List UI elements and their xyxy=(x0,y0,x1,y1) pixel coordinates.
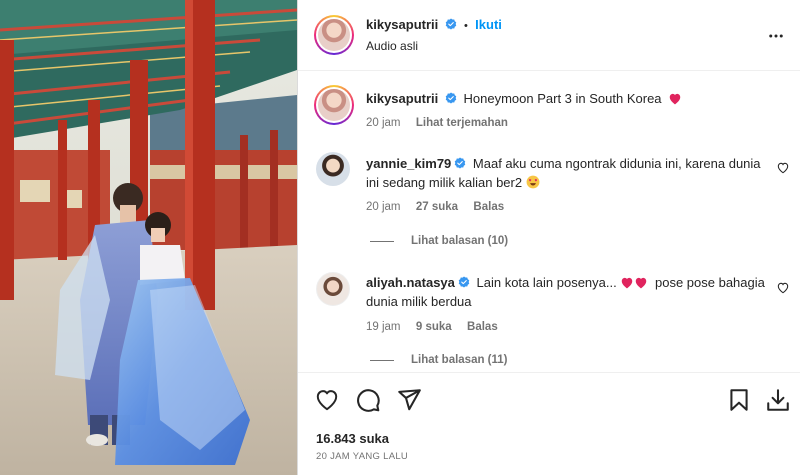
verified-badge-icon xyxy=(445,92,457,104)
red-heart-emoji-icon xyxy=(622,277,633,289)
post-header: kikysaputrii • Ikuti Audio asli xyxy=(298,0,800,71)
reply-button[interactable]: Balas xyxy=(473,201,504,213)
caption-text: Honeymoon Part 3 in South Korea xyxy=(463,91,662,106)
more-horizontal-icon[interactable] xyxy=(767,27,785,45)
header-author-row: kikysaputrii • Ikuti xyxy=(366,17,502,32)
author-username[interactable]: kikysaputrii xyxy=(366,17,438,32)
comment-username[interactable]: yannie_kim79 xyxy=(366,156,451,171)
verified-badge-icon xyxy=(458,276,470,288)
comment-text-start: Lain kota lain posenya... xyxy=(476,275,617,290)
verified-badge-icon xyxy=(455,157,466,169)
comment-avatar[interactable] xyxy=(316,272,350,306)
comment-meta: 19 jam 9 suka Balas xyxy=(366,319,498,333)
comment-likes[interactable]: 27 suka xyxy=(416,201,458,213)
red-heart-emoji-icon xyxy=(669,93,681,105)
comment-like-heart-icon[interactable] xyxy=(776,281,790,295)
share-send-icon[interactable] xyxy=(396,387,422,413)
comment-body: aliyah.natasya Lain kota lain posenya...… xyxy=(366,273,766,311)
verified-badge-icon xyxy=(445,18,456,30)
replies-divider xyxy=(370,241,394,242)
download-icon[interactable] xyxy=(765,387,791,413)
post-photo[interactable] xyxy=(0,0,297,475)
comment-meta: 20 jam 27 suka Balas xyxy=(366,199,504,213)
comment-likes[interactable]: 9 suka xyxy=(416,321,452,333)
replies-divider xyxy=(370,360,394,361)
caption-meta: 20 jam Lihat terjemahan xyxy=(366,115,508,129)
audio-label[interactable]: Audio asli xyxy=(366,39,418,53)
like-heart-icon[interactable] xyxy=(314,387,340,413)
heart-eyes-face-emoji-icon xyxy=(526,175,540,189)
save-bookmark-icon[interactable] xyxy=(726,387,752,413)
likes-count[interactable]: 16.843 suka xyxy=(316,431,389,446)
caption-username[interactable]: kikysaputrii xyxy=(366,91,438,106)
see-translation-button[interactable]: Lihat terjemahan xyxy=(416,117,508,129)
post-modal: kikysaputrii • Ikuti Audio asli kikysapu… xyxy=(0,0,800,475)
post-details-panel: kikysaputrii • Ikuti Audio asli kikysapu… xyxy=(297,0,800,475)
header-separator: • xyxy=(463,20,468,32)
post-actions-footer: 16.843 suka 20 JAM YANG LALU xyxy=(298,372,800,475)
comment-body: yannie_kim79 Maaf aku cuma ngontrak didu… xyxy=(366,154,766,192)
comment-time[interactable]: 20 jam xyxy=(366,201,401,213)
reply-button[interactable]: Balas xyxy=(467,321,498,333)
author-avatar[interactable] xyxy=(314,15,354,55)
post-date[interactable]: 20 JAM YANG LALU xyxy=(316,451,408,462)
comment-username[interactable]: aliyah.natasya xyxy=(366,275,455,290)
caption-avatar[interactable] xyxy=(314,85,354,125)
caption-time[interactable]: 20 jam xyxy=(366,117,401,129)
caption-row: kikysaputrii Honeymoon Part 3 in South K… xyxy=(366,91,682,106)
post-photo-illustration xyxy=(0,0,297,475)
comment-avatar[interactable] xyxy=(316,152,350,186)
follow-button[interactable]: Ikuti xyxy=(475,17,502,32)
view-replies-button[interactable]: Lihat balasan (11) xyxy=(411,354,508,366)
comment-like-heart-icon[interactable] xyxy=(776,161,790,175)
comment-bubble-icon[interactable] xyxy=(355,387,381,413)
red-heart-emoji-icon xyxy=(636,277,647,289)
view-replies-button[interactable]: Lihat balasan (10) xyxy=(411,235,508,247)
comment-time[interactable]: 19 jam xyxy=(366,321,401,333)
